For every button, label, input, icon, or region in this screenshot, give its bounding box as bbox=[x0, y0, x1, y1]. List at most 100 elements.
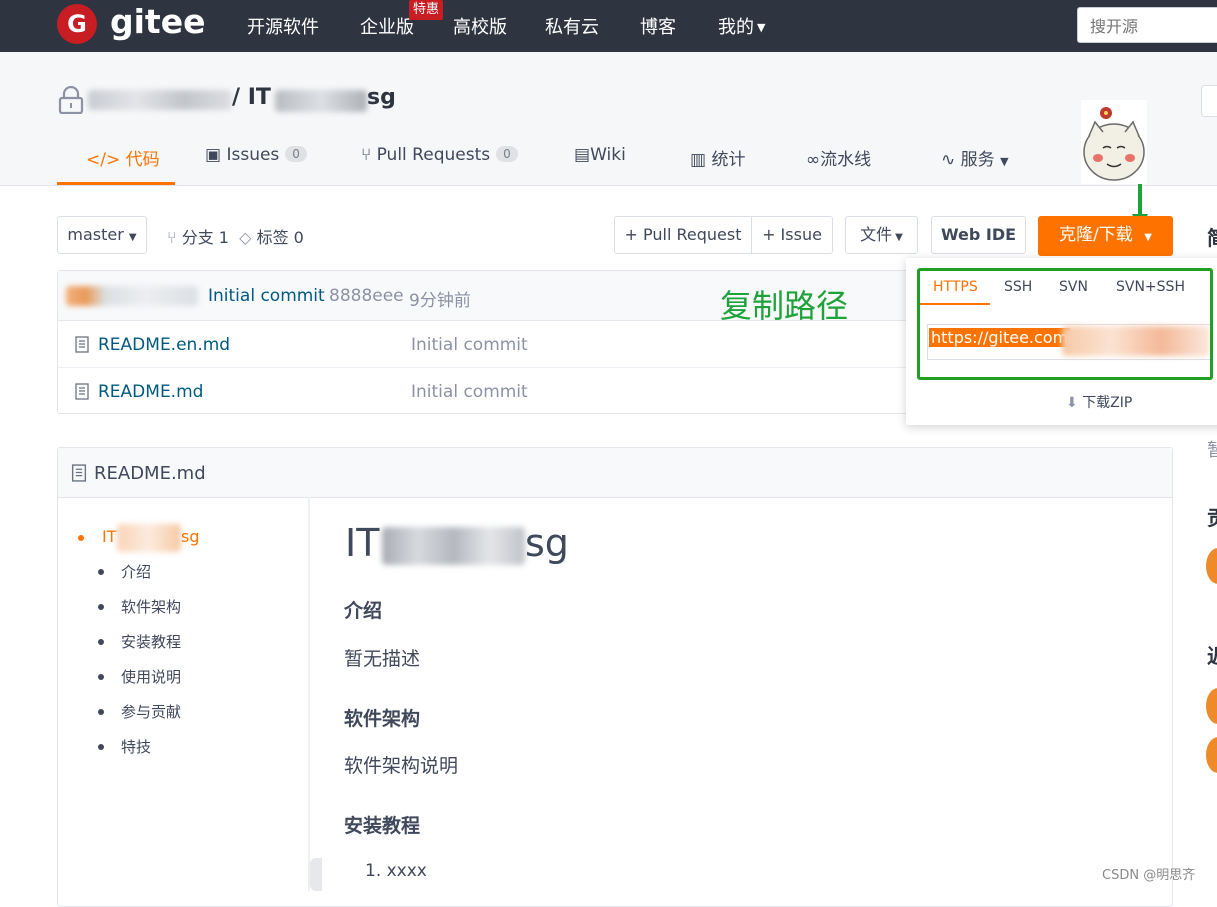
readme-panel bbox=[57, 447, 1173, 907]
branch-select[interactable]: master ▼ bbox=[57, 216, 147, 254]
new-pull-request-button[interactable]: + Pull Request bbox=[614, 216, 752, 254]
tab-pipeline[interactable]: ∞流水线 bbox=[806, 145, 871, 170]
readme-title: README.md bbox=[94, 463, 206, 484]
toc-item[interactable]: 使用说明 bbox=[121, 666, 181, 687]
file-name-link[interactable]: README.md bbox=[98, 382, 203, 402]
tab-code[interactable]: </> 代码 bbox=[86, 145, 160, 170]
tab-issues[interactable]: ▣ Issues 0 bbox=[205, 145, 307, 165]
tags-link[interactable]: 标签 0 bbox=[257, 228, 304, 247]
nav-mine[interactable]: 我的 ▼ bbox=[718, 13, 765, 39]
toc-bullet bbox=[78, 535, 84, 541]
branch-select-label: master bbox=[67, 225, 124, 244]
nav-mine-label: 我的 bbox=[718, 17, 754, 38]
tab-pull-requests[interactable]: ⑂ Pull Requests 0 bbox=[361, 145, 518, 165]
tab-code-label: 代码 bbox=[125, 150, 160, 170]
toc-bullet bbox=[98, 639, 104, 645]
redacted-readme-heading bbox=[382, 527, 525, 565]
nav-open-source[interactable]: 开源软件 bbox=[247, 13, 319, 39]
nav-enterprise[interactable]: 企业版 bbox=[360, 13, 414, 39]
watermark: CSDN @明思齐 bbox=[1102, 868, 1196, 883]
commit-message-link[interactable]: Initial commit bbox=[208, 286, 325, 306]
tab-stats[interactable]: ▥ 统计 bbox=[690, 145, 745, 170]
toc-root-link[interactable]: IT bbox=[102, 527, 117, 546]
caret-down-icon: ▼ bbox=[128, 232, 137, 243]
readme-h1-end: sg bbox=[525, 521, 569, 565]
clone-download-label: 克隆/下载 bbox=[1059, 225, 1133, 245]
file-name-link[interactable]: README.en.md bbox=[98, 335, 230, 355]
side-text: 暂 bbox=[1207, 440, 1217, 461]
search-box[interactable] bbox=[1077, 7, 1217, 43]
toc-item[interactable]: 介绍 bbox=[121, 561, 151, 582]
branch-info: ⑂ 分支 1 ◇ 标签 0 bbox=[167, 224, 304, 248]
commit-time: 9分钟前 bbox=[409, 291, 471, 311]
toc-divider bbox=[308, 497, 310, 891]
caret-down-icon: ▼ bbox=[895, 232, 903, 243]
download-icon: ⬇ bbox=[1066, 395, 1078, 411]
tab-wiki-label: Wiki bbox=[590, 145, 626, 165]
issues-count: 0 bbox=[285, 146, 307, 162]
watch-button[interactable] bbox=[1201, 85, 1217, 117]
code-icon: </> bbox=[86, 150, 121, 170]
file-icon bbox=[75, 383, 89, 400]
contributor-avatar[interactable] bbox=[1206, 548, 1217, 584]
nav-private-cloud[interactable]: 私有云 bbox=[545, 13, 599, 39]
file-dropdown-label: 文件 bbox=[860, 225, 893, 244]
toc-bullet bbox=[98, 604, 104, 610]
repo-title-end: sg bbox=[367, 85, 396, 110]
chevron-down-icon: ▼ bbox=[1000, 155, 1009, 168]
toc-item[interactable]: 参与贡献 bbox=[121, 701, 181, 722]
highlight-box bbox=[917, 268, 1213, 380]
logo-text[interactable]: gitee bbox=[110, 2, 205, 41]
file-commit-link[interactable]: Initial commit bbox=[411, 335, 528, 355]
file-commit-link[interactable]: Initial commit bbox=[411, 382, 528, 402]
clone-download-button[interactable]: 克隆/下载 ▼ bbox=[1038, 216, 1173, 256]
toc-item[interactable]: 软件架构 bbox=[121, 596, 181, 617]
side-heading: 简 bbox=[1207, 222, 1217, 251]
readme-heading: 介绍 bbox=[344, 600, 383, 622]
pulse-icon: ∿ bbox=[941, 150, 956, 170]
toc-bullet bbox=[98, 709, 104, 715]
gitee-logo-icon[interactable]: G bbox=[57, 4, 97, 44]
new-issue-button[interactable]: + Issue bbox=[751, 216, 833, 254]
commit-hash-link[interactable]: 8888eee bbox=[329, 286, 404, 306]
readme-paragraph: 软件架构说明 bbox=[344, 755, 459, 777]
issues-icon: ▣ bbox=[205, 145, 222, 165]
bar-chart-icon: ▥ bbox=[690, 150, 707, 170]
tab-pipeline-label: 流水线 bbox=[820, 150, 872, 170]
readme-paragraph: 暂无描述 bbox=[344, 648, 421, 670]
file-icon bbox=[75, 336, 89, 353]
readme-heading: 安装教程 bbox=[344, 815, 421, 837]
tab-services[interactable]: ∿ 服务 ▼ bbox=[941, 145, 1009, 170]
search-input[interactable] bbox=[1088, 11, 1212, 41]
toc-item[interactable]: 特技 bbox=[121, 736, 151, 757]
repo-title[interactable]: / IT bbox=[232, 85, 271, 110]
toc-item[interactable]: 安装教程 bbox=[121, 631, 181, 652]
wiki-icon: ▤ bbox=[574, 145, 591, 165]
promo-badge: 特惠 bbox=[409, 0, 444, 20]
side-heading: 近 bbox=[1207, 640, 1217, 669]
readme-h1-start: IT bbox=[345, 521, 380, 565]
activity-avatar[interactable] bbox=[1206, 737, 1217, 773]
sticker-image bbox=[1081, 100, 1147, 184]
download-zip-label: 下载ZIP bbox=[1082, 395, 1133, 411]
lock-icon bbox=[58, 86, 84, 114]
file-dropdown[interactable]: 文件 ▼ bbox=[845, 216, 918, 254]
nav-blog[interactable]: 博客 bbox=[640, 13, 676, 39]
activity-avatar[interactable] bbox=[1206, 688, 1217, 724]
side-heading: 贡 bbox=[1207, 502, 1217, 531]
toc-bullet bbox=[98, 569, 104, 575]
file-icon bbox=[71, 464, 87, 482]
redacted-repo-name bbox=[275, 90, 367, 112]
web-ide-button[interactable]: Web IDE bbox=[931, 216, 1026, 254]
caret-down-icon: ▼ bbox=[1144, 232, 1152, 243]
toc-bullet bbox=[98, 744, 104, 750]
chevron-down-icon: ▼ bbox=[757, 21, 766, 34]
toc-collapse-handle[interactable] bbox=[310, 858, 322, 891]
pipeline-icon: ∞ bbox=[806, 150, 821, 170]
branches-link[interactable]: 分支 1 bbox=[182, 228, 229, 247]
tab-pr-label: Pull Requests bbox=[376, 145, 491, 165]
repo-header bbox=[0, 52, 1217, 186]
download-zip-link[interactable]: ⬇ 下载ZIP bbox=[1066, 392, 1132, 412]
tab-wiki[interactable]: ▤Wiki bbox=[574, 145, 626, 165]
nav-university[interactable]: 高校版 bbox=[453, 13, 507, 39]
